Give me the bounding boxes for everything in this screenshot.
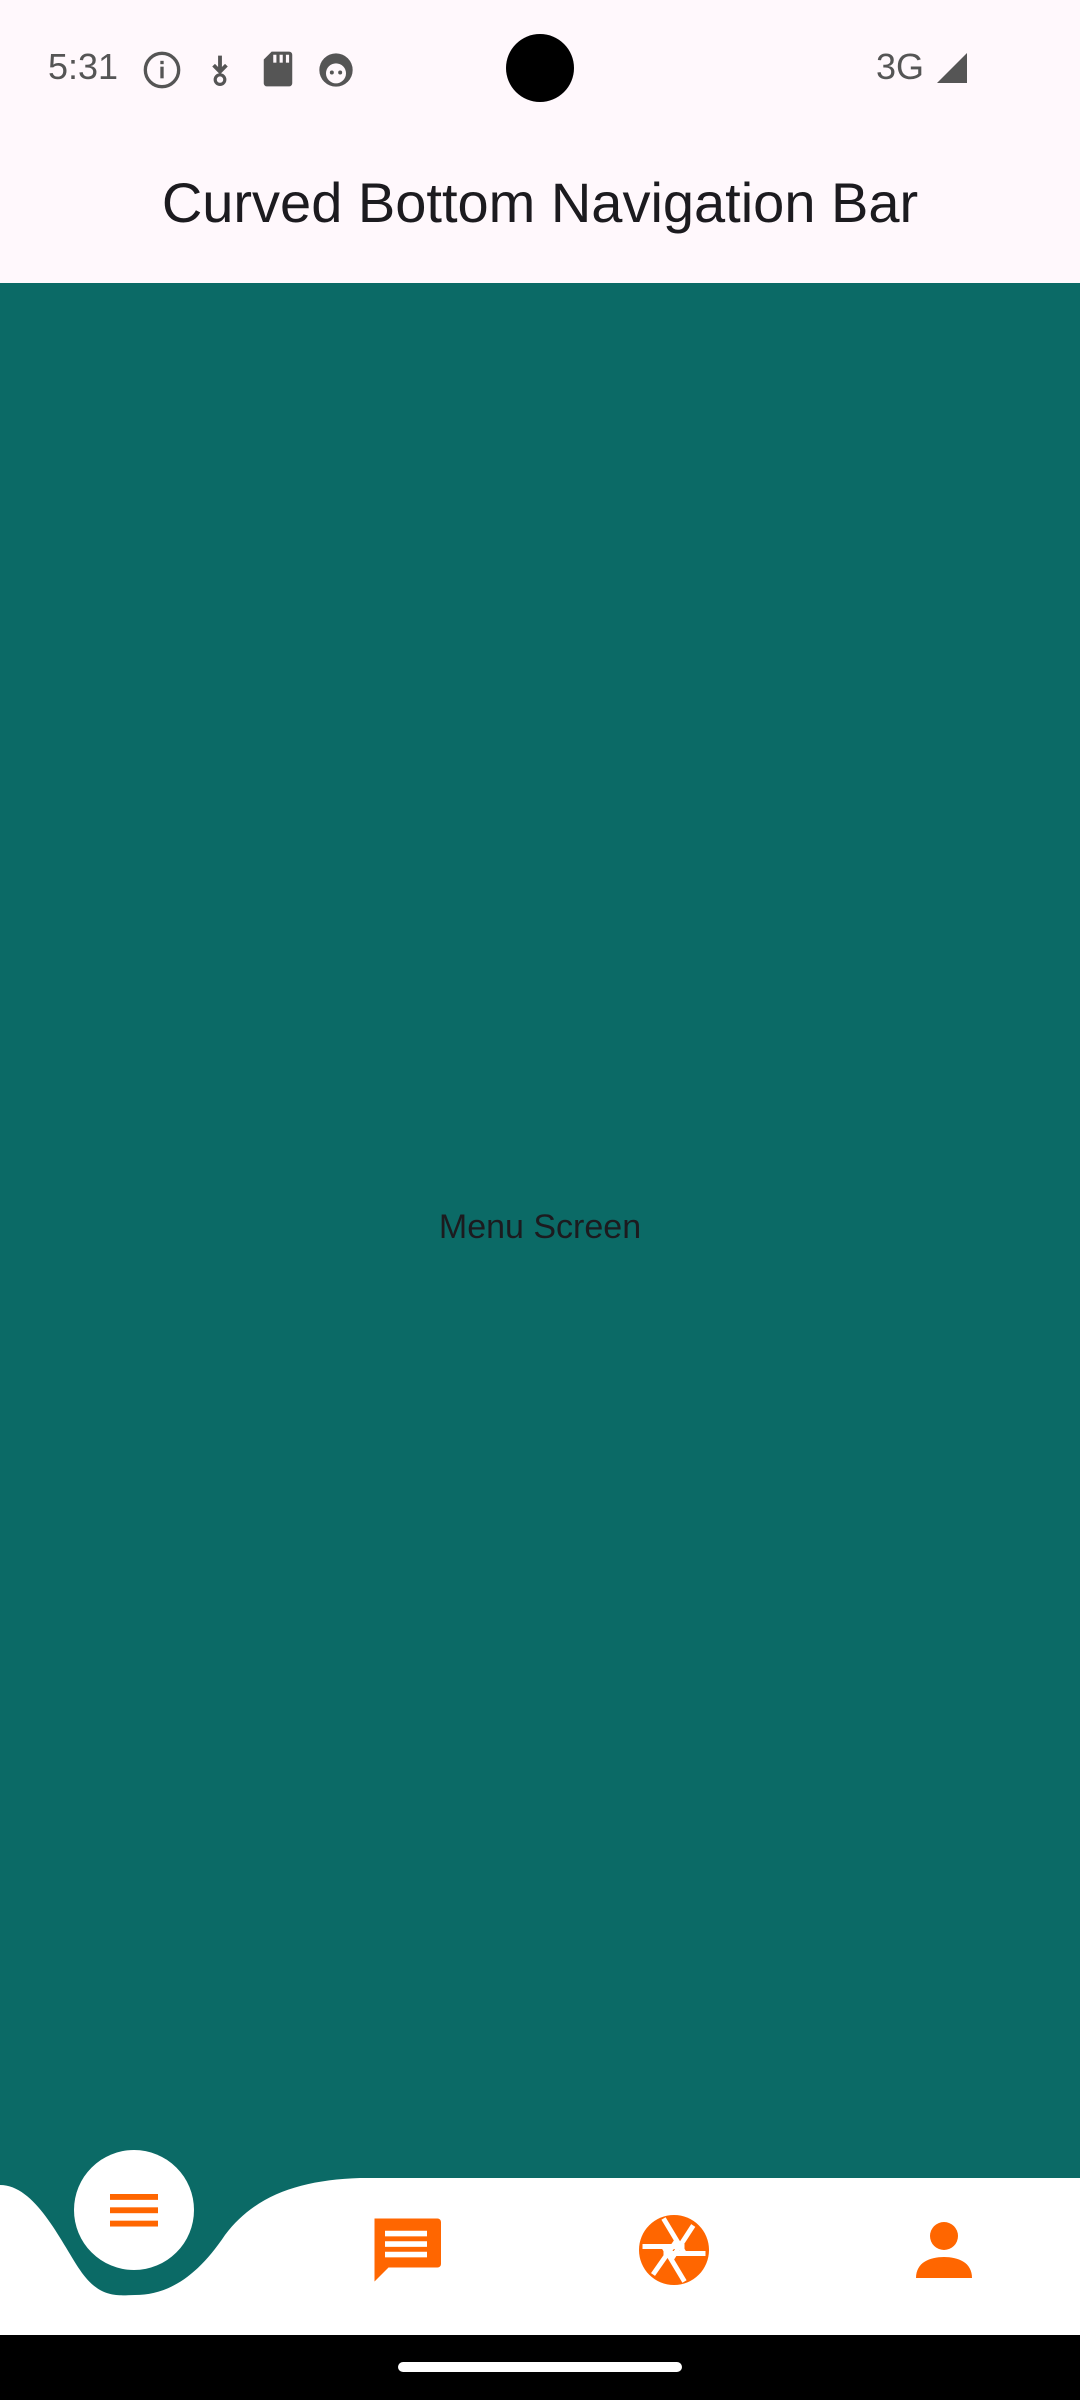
android-face-icon: [316, 50, 356, 95]
nav-item-menu[interactable]: [74, 2150, 194, 2270]
main-content: Menu Screen: [0, 283, 1080, 2180]
chat-icon: [374, 2218, 441, 2282]
info-icon: [142, 50, 182, 95]
status-bar: 5:31 3G: [0, 0, 1080, 136]
nav-item-profile[interactable]: [902, 2208, 986, 2297]
download-icon: [204, 50, 236, 95]
page-title: Curved Bottom Navigation Bar: [161, 171, 919, 234]
network-type: 3G: [876, 46, 925, 87]
nav-item-chat[interactable]: [364, 2208, 448, 2297]
app-bar: Curved Bottom Navigation Bar: [0, 136, 1080, 283]
screen-label: Menu Screen: [438, 1208, 642, 1246]
menu-icon: [110, 2194, 158, 2227]
signal-icon: [934, 50, 970, 91]
nav-item-camera[interactable]: [632, 2208, 716, 2297]
person-icon: [916, 2222, 972, 2278]
camera-aperture-icon: [639, 2215, 709, 2285]
camera-cutout: [506, 34, 574, 102]
sd-card-icon: [262, 50, 294, 93]
status-time: 5:31: [48, 46, 119, 87]
gesture-navigation-bar: [0, 2335, 1080, 2400]
home-gesture-handle[interactable]: [398, 2362, 682, 2372]
